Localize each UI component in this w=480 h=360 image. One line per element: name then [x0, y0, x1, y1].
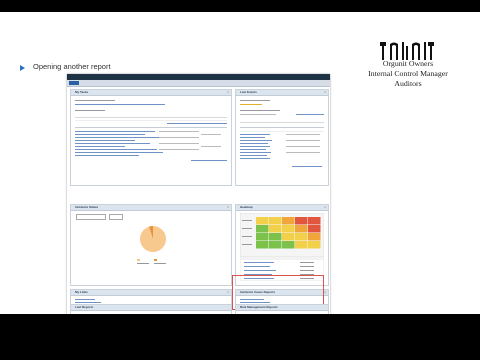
incidents-status-header: Incidents Status [71, 205, 231, 211]
period-select[interactable] [109, 214, 123, 220]
heatmap-cell[interactable] [269, 225, 282, 233]
close-icon[interactable]: × [227, 90, 229, 95]
last-reports-header: Last Reports [71, 305, 231, 311]
risk-management-reports-header: Risk Management Reports [236, 305, 328, 311]
heatmap-cell[interactable] [256, 241, 269, 249]
heatmap-header: Heatmap [236, 205, 328, 211]
heatmap-row-label [242, 220, 252, 221]
last-reports-panel: Last Reports [70, 304, 232, 314]
role-item: Auditors [394, 79, 422, 88]
heatmap-cell[interactable] [269, 217, 282, 225]
close-icon[interactable]: × [324, 90, 326, 95]
close-icon[interactable]: × [324, 205, 326, 210]
role-item: Internal Control Manager [368, 69, 448, 78]
role-item: Orgunit Owners [382, 59, 434, 68]
heatmap-cell[interactable] [269, 241, 282, 249]
heatmap-row-label [242, 244, 252, 245]
roles-list: Orgunit Owners Internal Control Manager … [350, 59, 466, 89]
close-icon[interactable]: × [227, 205, 229, 210]
bullet-text: Opening another report [33, 62, 111, 71]
heatmap-cell[interactable] [295, 241, 308, 249]
close-icon[interactable]: × [227, 290, 229, 295]
heatmap-cell[interactable] [308, 233, 321, 241]
heatmap-cell[interactable] [282, 225, 295, 233]
heatmap-cell[interactable] [295, 225, 308, 233]
incidents-status-panel: Incidents Status × [70, 204, 232, 286]
heatmap-cell[interactable] [282, 241, 295, 249]
slide: Opening another report Orgunit Owners In… [0, 12, 480, 314]
my-links-header: My Links [71, 290, 231, 296]
heatmap-cell[interactable] [308, 241, 321, 249]
risk-management-reports-panel: Risk Management Reports [235, 304, 329, 314]
heatmap-panel: Heatmap × [235, 204, 329, 286]
incidents-status-chart [137, 226, 166, 264]
heatmap-cell[interactable] [256, 233, 269, 241]
home-tab[interactable] [69, 81, 79, 85]
heatmap-cell[interactable] [295, 217, 308, 225]
heatmap-cell[interactable] [256, 225, 269, 233]
heatmap-cell[interactable] [256, 217, 269, 225]
heatmap-cell[interactable] [282, 233, 295, 241]
close-icon[interactable]: × [324, 290, 326, 295]
heatmap-row-label [242, 228, 252, 229]
filter-select[interactable] [76, 214, 106, 220]
my-tasks-header: My Tasks [71, 90, 231, 96]
heatmap-cell[interactable] [295, 233, 308, 241]
last-events-header: Last Events [236, 90, 328, 96]
bullet-arrow-icon [20, 65, 25, 71]
heatmap-cell[interactable] [308, 217, 321, 225]
heatmap-cell[interactable] [282, 217, 295, 225]
heatmap-cell[interactable] [308, 225, 321, 233]
app-navbar [67, 80, 330, 87]
heatmap-cell[interactable] [269, 233, 282, 241]
my-tasks-panel: My Tasks × [70, 89, 232, 186]
last-events-panel: Last Events × [235, 89, 329, 186]
risk-heatmap [240, 213, 324, 281]
heatmap-row-label [242, 236, 252, 237]
